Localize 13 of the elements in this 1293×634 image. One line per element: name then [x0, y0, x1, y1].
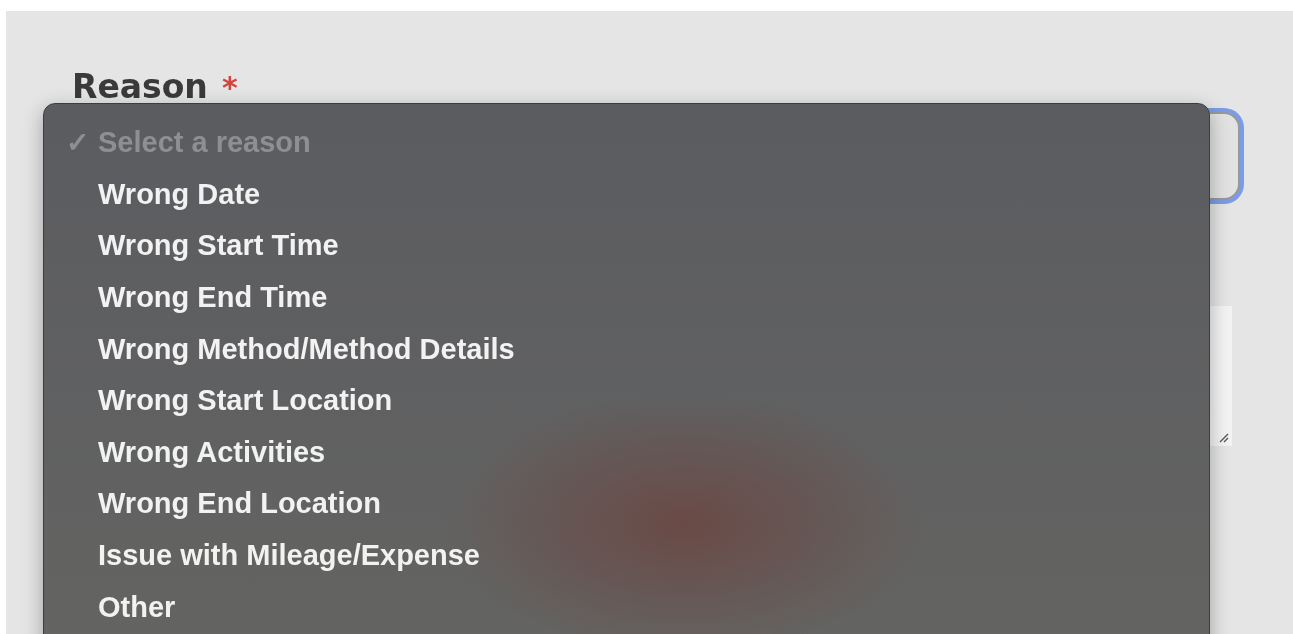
- menu-option[interactable]: Other: [66, 581, 1209, 633]
- menu-option[interactable]: Wrong Date: [66, 168, 1209, 221]
- menu-option[interactable]: Wrong End Location: [66, 478, 1209, 530]
- check-mark: ✓: [66, 126, 90, 160]
- menu-option[interactable]: Wrong Start Location: [66, 374, 1209, 427]
- menu-option[interactable]: Wrong Activities: [66, 426, 1209, 479]
- field-label: Reason: [72, 67, 208, 106]
- menu-option[interactable]: Issue with Mileage/Expense: [66, 529, 1209, 582]
- menu-option[interactable]: Wrong Method/Method Details: [66, 323, 1209, 375]
- required-mark: *: [221, 70, 238, 105]
- menu-option[interactable]: Wrong End Time: [66, 271, 1209, 324]
- resize-grip-icon[interactable]: [1217, 431, 1229, 443]
- menu-option[interactable]: Wrong Start Time: [66, 220, 1209, 272]
